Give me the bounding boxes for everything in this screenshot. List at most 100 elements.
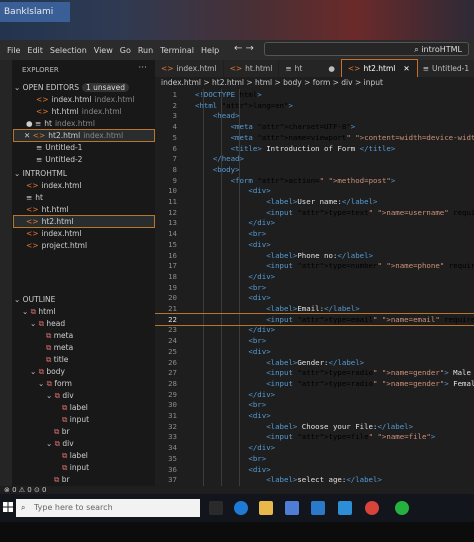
code-line[interactable]: 20 <div> xyxy=(155,292,474,303)
close-icon[interactable]: ✕ xyxy=(403,64,409,73)
mail-icon[interactable] xyxy=(311,501,325,515)
outline-item[interactable]: ⌄ ⧉ body xyxy=(30,366,65,377)
menu-selection[interactable]: Selection xyxy=(50,46,87,55)
outline-header[interactable]: ⌄ OUTLINE xyxy=(14,294,55,305)
folder-file-item[interactable]: <> ht.html xyxy=(26,204,69,215)
code-line[interactable]: 15 <div> xyxy=(155,239,474,250)
folder-file-item[interactable]: <> project.html xyxy=(26,240,87,251)
code-line[interactable]: 21 <label>Email:</label> xyxy=(155,303,474,314)
code-line[interactable]: 11 <label>User name:</label> xyxy=(155,196,474,207)
menu-view[interactable]: View xyxy=(94,46,113,55)
outline-item[interactable]: ⌄ ⧉ html xyxy=(22,306,56,317)
outline-item[interactable]: ⧉ input xyxy=(62,414,89,425)
folder-header[interactable]: ⌄ INTROHTML xyxy=(14,168,67,179)
edge-icon[interactable] xyxy=(234,501,248,515)
code-line[interactable]: 18 </div> xyxy=(155,271,474,282)
folder-file-item[interactable]: <> index.html xyxy=(26,180,82,191)
open-editor-item-active[interactable]: ✕ <> ht2.html index.html xyxy=(13,129,155,142)
task-view-icon[interactable] xyxy=(209,501,223,515)
code-line[interactable]: 9 <form "attr">action=" ">method=post"> xyxy=(155,175,474,186)
code-line[interactable]: 3 <head> xyxy=(155,110,474,121)
code-line[interactable]: 26 <label>Gender:</label> xyxy=(155,357,474,368)
open-editor-item[interactable]: ≡ Untitled-2 xyxy=(36,154,82,165)
nav-arrows[interactable]: ← → xyxy=(234,43,254,54)
more-icon[interactable]: ··· xyxy=(138,63,147,73)
command-center[interactable]: ⌕ introHTML xyxy=(264,42,469,56)
code-line[interactable]: 32 <label> Choose your File:</label> xyxy=(155,421,474,432)
open-editor-item[interactable]: ≡ Untitled-1 xyxy=(36,142,82,153)
menu-edit[interactable]: Edit xyxy=(27,46,43,55)
code-line[interactable]: 16 <label>Phone no:</label> xyxy=(155,250,474,261)
outline-item[interactable]: ⧉ meta xyxy=(46,342,73,353)
outline-item[interactable]: ⧉ br xyxy=(54,474,70,485)
code-line[interactable]: 30 <br> xyxy=(155,399,474,410)
code-line[interactable]: 25 <div> xyxy=(155,346,474,357)
folder-file-item[interactable]: ≡ ht xyxy=(26,192,43,203)
windows-start-icon[interactable] xyxy=(3,502,13,512)
breadcrumb[interactable]: index.html > ht2.html > html > body > fo… xyxy=(155,77,474,89)
status-bar[interactable]: ⊗ 0 ⚠ 0 ⊙ 0 xyxy=(0,486,474,494)
menu-run[interactable]: Run xyxy=(138,46,153,55)
browser-tab[interactable]: BankIslami xyxy=(0,2,70,22)
code-line[interactable]: 35 <br> xyxy=(155,453,474,464)
tab-untitled-1[interactable]: ≡ Untitled-1 xyxy=(417,60,474,77)
tab-ht[interactable]: ≡ ht ● xyxy=(279,60,342,77)
outline-item[interactable]: ⌄ ⧉ head xyxy=(30,318,65,329)
outline-item[interactable]: ⧉ label xyxy=(62,450,88,461)
taskbar-search-input[interactable]: ⌕ Type here to search xyxy=(16,499,200,517)
code-line[interactable]: 12 <input "attr">type=text" ">name=usern… xyxy=(155,207,474,218)
close-icon[interactable]: ✕ xyxy=(24,131,33,140)
chrome-icon[interactable] xyxy=(365,501,379,515)
outline-item[interactable]: ⌄ ⧉ form xyxy=(38,378,72,389)
code-line[interactable]: 33 <input "attr">type=file" ">name=file"… xyxy=(155,431,474,442)
open-editor-item[interactable]: <> index.html index.html xyxy=(36,94,135,105)
code-line[interactable]: 24 <br> xyxy=(155,335,474,346)
code-line[interactable]: 23 </div> xyxy=(155,324,474,335)
code-line[interactable]: 6 <title> Introduction of Form </title> xyxy=(155,143,474,154)
code-line[interactable]: 7 </head> xyxy=(155,153,474,164)
tab-ht-html[interactable]: <> ht.html xyxy=(224,60,280,77)
store-icon[interactable] xyxy=(285,501,299,515)
code-line[interactable]: 31 <div> xyxy=(155,410,474,421)
menu-go[interactable]: Go xyxy=(120,46,131,55)
open-editors-header[interactable]: ⌄ OPEN EDITORS 1 unsaved xyxy=(14,82,129,93)
code-line[interactable]: 27 <input "attr">type=radio" ">name=gend… xyxy=(155,367,474,378)
whatsapp-icon[interactable] xyxy=(395,501,409,515)
code-line[interactable]: 34 </div> xyxy=(155,442,474,453)
open-editor-item[interactable]: <> ht.html index.html xyxy=(36,106,122,117)
outline-item[interactable]: ⧉ input xyxy=(62,462,89,473)
outline-item[interactable]: ⧉ label xyxy=(62,402,88,413)
outline-item[interactable]: ⧉ br xyxy=(54,426,70,437)
code-line[interactable]: 10 <div> xyxy=(155,185,474,196)
outline-item[interactable]: ⧉ title xyxy=(46,354,68,365)
code-line[interactable]: 2 <html "attr">lang=en"> xyxy=(155,100,474,111)
code-line[interactable]: 13 </div> xyxy=(155,217,474,228)
folder-file-item[interactable]: <> index.html xyxy=(26,228,82,239)
menu-file[interactable]: File xyxy=(7,46,20,55)
code-line[interactable]: 29 </div> xyxy=(155,389,474,400)
code-line[interactable]: 5 <meta "attr">name=viewport" ">content=… xyxy=(155,132,474,143)
code-line[interactable]: 4 <meta "attr">charset=UTF-8"> xyxy=(155,121,474,132)
folder-file-item-active[interactable]: <> ht2.html xyxy=(13,215,155,228)
unsaved-dot-icon[interactable]: ● xyxy=(328,64,335,73)
code-line[interactable]: 14 <br> xyxy=(155,228,474,239)
vscode-icon[interactable] xyxy=(338,501,352,515)
outline-item[interactable]: ⌄ ⧉ div xyxy=(46,390,74,401)
menu-terminal[interactable]: Terminal xyxy=(160,46,194,55)
code-line[interactable]: 36 <div> xyxy=(155,464,474,475)
code-line[interactable]: 28 <input "attr">type=radio" ">name=gend… xyxy=(155,378,474,389)
code-editor[interactable]: 1 <!DOCTYPE html> 2 <html "attr">lang=en"> 3… xyxy=(155,89,474,486)
code-line[interactable]: 37 <label>select age:</label> xyxy=(155,474,474,485)
open-editor-item[interactable]: ● ≡ ht index.html xyxy=(26,118,95,129)
tab-index-html[interactable]: <> index.html xyxy=(155,60,224,77)
tab-ht2-html[interactable]: <> ht2.html ✕ xyxy=(340,59,418,78)
code-line[interactable]: 22 <input "attr">type=email" ">name=emai… xyxy=(155,312,474,326)
code-line[interactable]: 19 <br> xyxy=(155,282,474,293)
outline-item[interactable]: ⧉ meta xyxy=(46,330,73,341)
code-line[interactable]: 1 <!DOCTYPE html> xyxy=(155,89,474,100)
outline-item[interactable]: ⌄ ⧉ div xyxy=(46,438,74,449)
code-line[interactable]: 17 <input "attr">type=number" ">name=pho… xyxy=(155,260,474,271)
menu-help[interactable]: Help xyxy=(201,46,219,55)
file-explorer-icon[interactable] xyxy=(259,501,273,515)
code-line[interactable]: 8 <body> xyxy=(155,164,474,175)
